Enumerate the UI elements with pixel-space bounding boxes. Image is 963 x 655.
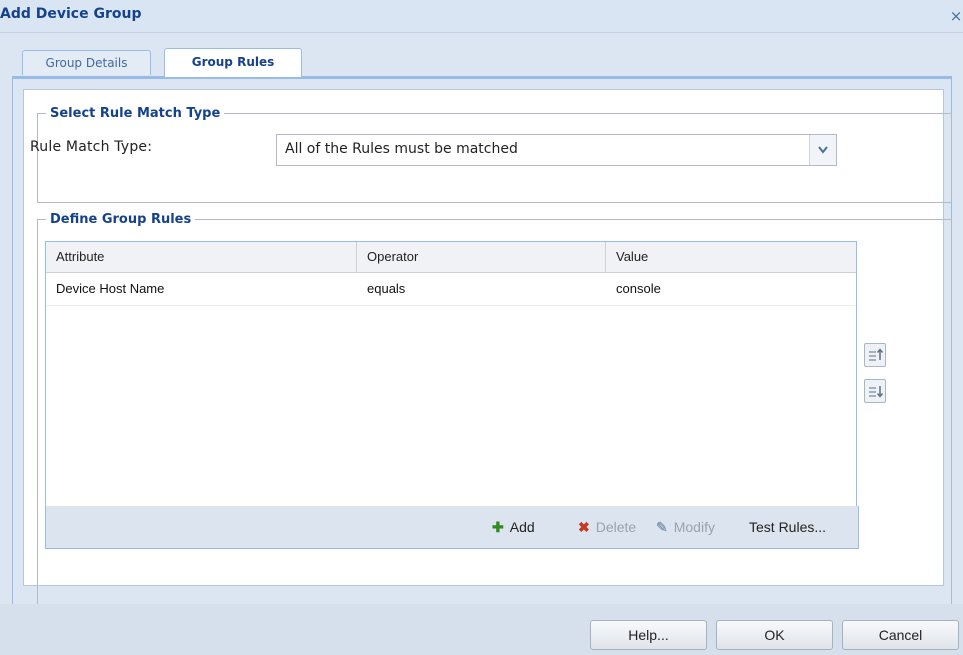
dialog-titlebar: Add Device Group × — [0, 0, 963, 33]
tab-group-details[interactable]: Group Details — [22, 50, 151, 75]
test-rules-button[interactable]: Test Rules... — [749, 518, 826, 536]
dialog-footer: Help... OK Cancel — [0, 604, 963, 655]
move-down-button[interactable] — [864, 379, 886, 403]
move-up-button[interactable] — [864, 343, 886, 367]
add-label: Add — [509, 519, 535, 535]
rules-grid: Attribute Operator Value Device Host Nam… — [45, 241, 857, 507]
add-rule-button[interactable]: ✚ Add — [492, 518, 535, 536]
chevron-down-icon[interactable] — [809, 135, 836, 165]
column-header-attribute[interactable]: Attribute — [46, 242, 357, 272]
column-header-operator[interactable]: Operator — [357, 242, 606, 272]
modify-rule-button[interactable]: ✎ Modify — [656, 518, 715, 536]
dialog-title: Add Device Group — [0, 6, 142, 22]
rules-grid-header: Attribute Operator Value — [46, 242, 856, 273]
cell-value: console — [616, 281, 661, 296]
plus-icon: ✚ — [492, 519, 504, 535]
pencil-icon: ✎ — [656, 519, 668, 535]
delete-icon: ✖ — [578, 519, 590, 535]
delete-label: Delete — [595, 519, 637, 535]
delete-rule-button[interactable]: ✖ Delete — [578, 518, 636, 536]
help-button[interactable]: Help... — [590, 620, 707, 650]
move-down-icon — [869, 386, 884, 398]
close-icon[interactable]: × — [949, 7, 963, 25]
cancel-button[interactable]: Cancel — [842, 620, 959, 650]
rule-match-type-label: Rule Match Type: — [30, 139, 153, 155]
cell-attribute: Device Host Name — [56, 281, 165, 296]
table-row[interactable]: Device Host Name equals console — [46, 273, 856, 306]
tab-group-rules[interactable]: Group Rules — [164, 48, 302, 77]
rule-match-legend: Select Rule Match Type — [50, 106, 221, 121]
rule-match-type-value: All of the Rules must be matched — [285, 141, 518, 157]
rule-match-type-select[interactable]: All of the Rules must be matched — [276, 134, 837, 166]
ok-button[interactable]: OK — [716, 620, 833, 650]
add-device-group-dialog: Add Device Group × Group Details Group R… — [0, 0, 963, 655]
tab-strip: Group Details Group Rules — [12, 48, 950, 77]
move-up-icon — [869, 348, 884, 361]
modify-label: Modify — [673, 519, 715, 535]
column-header-value[interactable]: Value — [606, 242, 856, 272]
rules-toolbar: ✚ Add ✖ Delete ✎ Modify Test Rules... — [45, 506, 859, 549]
cell-operator: equals — [367, 281, 406, 296]
group-rules-legend: Define Group Rules — [50, 212, 192, 227]
